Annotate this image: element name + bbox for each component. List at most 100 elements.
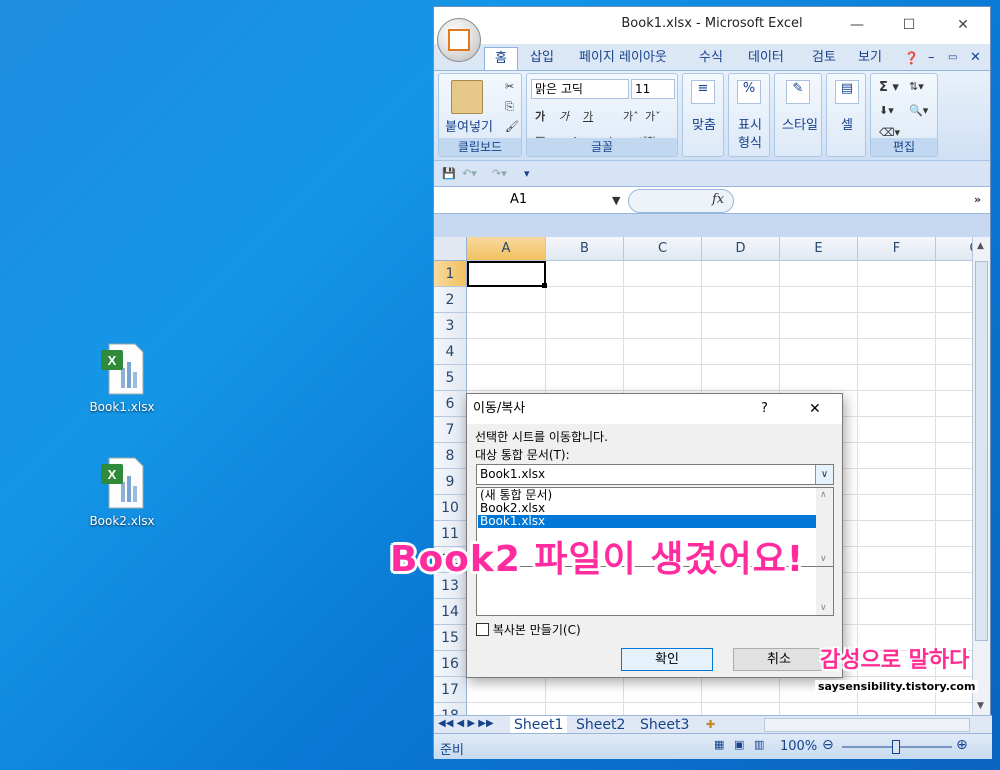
scroll-thumb[interactable] <box>975 261 988 641</box>
autosum-icon[interactable]: Σ ▾ <box>879 80 899 95</box>
cut-icon[interactable]: ✂ <box>505 80 514 93</box>
style-button[interactable]: 스타일 <box>777 114 823 133</box>
row-header[interactable]: 8 <box>434 443 467 469</box>
font-size-select[interactable]: 11 <box>631 79 675 99</box>
expand-formula-icon[interactable]: » <box>974 193 981 206</box>
row-header[interactable]: 15 <box>434 625 467 651</box>
desktop-icon-book2[interactable]: X Book2.xlsx <box>82 456 162 528</box>
name-box[interactable]: A1 <box>434 189 626 213</box>
find-icon[interactable]: 🔍▾ <box>909 104 928 117</box>
ok-button[interactable]: 확인 <box>621 648 713 671</box>
fill-handle[interactable] <box>542 283 547 288</box>
desktop-icon-book1[interactable]: X Book1.xlsx <box>82 342 162 414</box>
help-icon[interactable]: ❓ <box>904 47 919 70</box>
fx-icon[interactable]: fx <box>712 192 724 207</box>
list-item-selected[interactable]: Book1.xlsx <box>478 515 816 528</box>
row-header[interactable]: 9 <box>434 469 467 495</box>
fill-icon[interactable]: ⬇▾ <box>879 104 894 117</box>
column-header-a[interactable]: A <box>467 237 546 261</box>
save-icon[interactable]: 💾 <box>442 167 456 180</box>
copy-icon[interactable]: ⎘ <box>505 100 514 114</box>
select-all-corner[interactable] <box>434 237 467 261</box>
tab-home[interactable]: 홈 <box>484 47 518 70</box>
column-header-d[interactable]: D <box>702 237 780 261</box>
zoom-in-icon[interactable]: ⊕ <box>956 737 968 753</box>
tab-view[interactable]: 보기 <box>858 47 882 70</box>
column-header-f[interactable]: F <box>858 237 936 261</box>
dialog-close-button[interactable]: ✕ <box>809 394 821 424</box>
tab-data[interactable]: 데이터 <box>748 47 784 70</box>
view-page-break-icon[interactable]: ▥ <box>754 738 764 751</box>
tab-review[interactable]: 검토 <box>812 47 836 70</box>
row-header[interactable]: 18 <box>434 703 467 715</box>
underline-icon[interactable]: 가 <box>583 108 593 124</box>
format-painter-icon[interactable]: 🖌 <box>505 120 519 133</box>
style-icon[interactable]: ✎ <box>786 80 810 104</box>
zoom-slider-thumb[interactable] <box>892 740 900 754</box>
tab-page-layout[interactable]: 페이지 레이아웃 <box>579 47 667 70</box>
percent-icon[interactable]: % <box>737 80 761 104</box>
ribbon-close-icon[interactable]: ✕ <box>970 47 981 70</box>
ribbon-minimize-icon[interactable]: – <box>928 47 935 70</box>
italic-icon[interactable]: 가 <box>559 108 569 124</box>
sheet-tab-3[interactable]: Sheet3 <box>640 716 689 734</box>
copy-checkbox-row[interactable]: 복사본 만들기(C) <box>476 621 581 638</box>
sheet-nav-icon[interactable]: ◀◀ ◀ ▶ ▶▶ <box>438 718 494 729</box>
alignment-button[interactable]: 맞춤 <box>685 114 723 133</box>
horizontal-scrollbar[interactable] <box>764 718 970 732</box>
paste-button[interactable]: 붙여넣기 <box>439 116 499 135</box>
redo-icon[interactable]: ↷▾ <box>492 167 507 180</box>
undo-icon[interactable]: ↶▾ <box>462 167 477 180</box>
office-button[interactable] <box>437 18 481 62</box>
font-name-select[interactable]: 맑은 고딕 <box>531 79 629 99</box>
number-format-label1[interactable]: 표시 <box>731 114 769 133</box>
active-cell-a1[interactable] <box>467 261 546 287</box>
row-header[interactable]: 2 <box>434 287 467 313</box>
dialog-help-button[interactable]: ? <box>761 394 768 424</box>
target-book-select[interactable]: Book1.xlsx ∨ <box>476 464 834 485</box>
row-header[interactable]: 16 <box>434 651 467 677</box>
sort-filter-icon[interactable]: ⇅▾ <box>909 80 924 93</box>
copy-checkbox[interactable] <box>476 623 489 636</box>
minimize-button[interactable]: — <box>842 13 872 37</box>
row-header[interactable]: 4 <box>434 339 467 365</box>
insert-sheet-icon[interactable]: ✚ <box>706 718 715 731</box>
scroll-down-icon[interactable]: ∨ <box>820 554 827 564</box>
sheet-tab-2[interactable]: Sheet2 <box>576 716 625 734</box>
scroll-up-icon[interactable]: ∧ <box>820 490 827 500</box>
chevron-down-icon[interactable]: ∨ <box>815 465 833 484</box>
list-scrollbar[interactable]: ∨ <box>816 567 833 615</box>
maximize-button[interactable]: ☐ <box>894 13 924 37</box>
row-header[interactable]: 3 <box>434 313 467 339</box>
qat-customize-icon[interactable]: ▾ <box>524 167 530 180</box>
view-page-layout-icon[interactable]: ▣ <box>734 738 744 751</box>
row-header[interactable]: 10 <box>434 495 467 521</box>
column-header-g[interactable]: G <box>936 237 974 261</box>
bold-icon[interactable]: 가 <box>535 108 545 124</box>
zoom-level[interactable]: 100% <box>780 739 817 754</box>
zoom-out-icon[interactable]: ⊖ <box>822 737 834 753</box>
grow-font-icon[interactable]: 가ˆ <box>623 108 639 124</box>
shrink-font-icon[interactable]: 가ˇ <box>645 108 661 124</box>
tab-formulas[interactable]: 수식 <box>699 47 723 70</box>
row-header[interactable]: 7 <box>434 417 467 443</box>
cells-icon[interactable]: ▤ <box>835 80 859 104</box>
name-box-dropdown-icon[interactable]: ▼ <box>612 194 620 207</box>
paste-icon[interactable] <box>451 80 483 114</box>
row-header[interactable]: 17 <box>434 677 467 703</box>
view-normal-icon[interactable]: ▦ <box>714 738 724 751</box>
vertical-scrollbar[interactable]: ▲ ▼ <box>972 237 990 715</box>
alignment-icon[interactable]: ≡ <box>691 80 715 104</box>
close-button[interactable]: ✕ <box>948 13 978 37</box>
row-header[interactable]: 5 <box>434 365 467 391</box>
cells-button[interactable]: 셀 <box>829 114 865 133</box>
number-format-label2[interactable]: 형식 <box>731 132 769 151</box>
cancel-button[interactable]: 취소 <box>733 648 825 671</box>
ribbon-restore-icon[interactable]: ▭ <box>948 47 957 70</box>
column-header-b[interactable]: B <box>546 237 624 261</box>
scroll-up-icon[interactable]: ▲ <box>977 241 984 251</box>
row-header[interactable]: 14 <box>434 599 467 625</box>
row-header[interactable]: 1 <box>434 261 467 287</box>
column-header-c[interactable]: C <box>624 237 702 261</box>
scroll-down-icon[interactable]: ∨ <box>820 603 827 613</box>
